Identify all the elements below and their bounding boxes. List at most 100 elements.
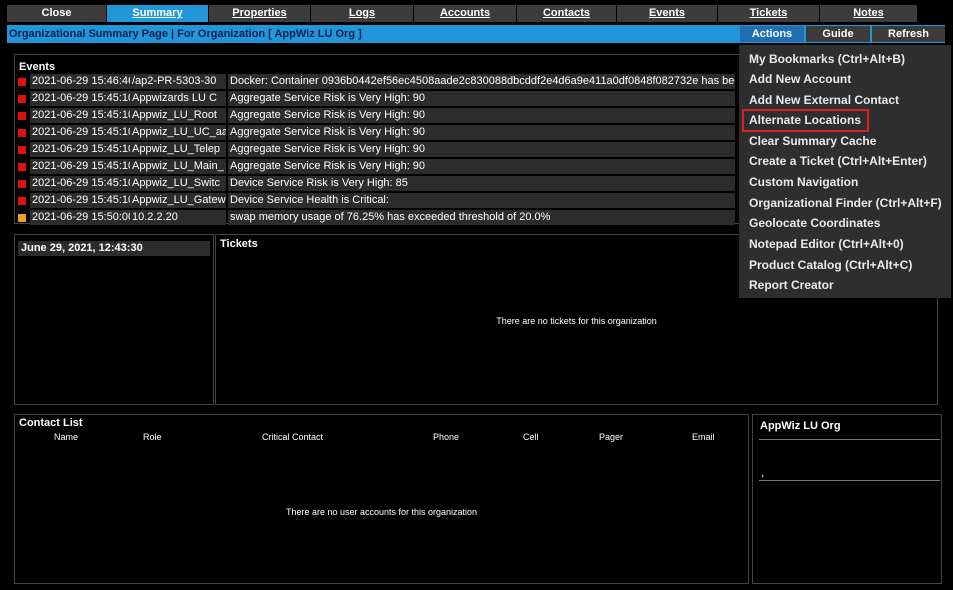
severity-icon — [18, 214, 26, 222]
event-device: Appwiz_LU_Main_ — [130, 159, 226, 174]
event-time: 2021-06-29 15:45:10 — [30, 176, 140, 191]
tab-notes-label: Notes — [853, 7, 884, 19]
tab-summary[interactable]: Summary — [107, 5, 209, 22]
event-device: Appwiz_LU_Switc — [130, 176, 226, 191]
menu-item-report-creator[interactable]: Report Creator — [749, 277, 834, 293]
column-header-role[interactable]: Role — [143, 432, 162, 442]
tab-events[interactable]: Events — [617, 5, 718, 22]
actions-button[interactable]: Actions — [740, 26, 804, 42]
menu-item-custom-navigation[interactable]: Custom Navigation — [749, 174, 858, 190]
organization-panel: AppWiz LU Org , — [752, 414, 942, 584]
event-row[interactable]: 2021-06-29 15:45:10 Appwiz_LU_Root Aggre… — [17, 108, 735, 123]
event-message: Aggregate Service Risk is Very High: 90 — [228, 108, 735, 123]
highlight-box — [742, 109, 869, 132]
severity-icon — [18, 197, 26, 205]
event-device: /ap2-PR-5303-30 — [130, 74, 226, 89]
column-header-pager[interactable]: Pager — [599, 432, 623, 442]
tab-logs-label: Logs — [348, 7, 376, 19]
severity-icon — [18, 78, 26, 86]
divider — [759, 439, 940, 440]
event-message: Device Service Health is Critical: — [228, 193, 735, 208]
event-device: Appwiz_LU_Gatew — [130, 193, 226, 208]
event-time: 2021-06-29 15:45:10 — [30, 142, 140, 157]
tab-contacts-label: Contacts — [542, 7, 591, 19]
refresh-button[interactable]: Refresh — [872, 26, 945, 42]
column-header-cell[interactable]: Cell — [523, 432, 539, 442]
event-time: 2021-06-29 15:46:46 — [30, 74, 140, 89]
event-message: Aggregate Service Risk is Very High: 90 — [228, 91, 735, 106]
top-nav: Close Summary Properties Logs Accounts C… — [7, 5, 945, 22]
severity-icon — [18, 129, 26, 137]
tickets-empty-message: There are no tickets for this organizati… — [496, 316, 657, 326]
event-message: Aggregate Service Risk is Very High: 90 — [228, 159, 735, 174]
column-header-name[interactable]: Name — [54, 432, 78, 442]
event-row[interactable]: 2021-06-29 15:46:46 /ap2-PR-5303-30 Dock… — [17, 74, 735, 89]
event-device: Appwiz_LU_UC_aa — [130, 125, 226, 140]
tab-notes[interactable]: Notes — [820, 5, 918, 22]
column-header-email[interactable]: Email — [692, 432, 715, 442]
menu-item-add-new-external-contact[interactable]: Add New External Contact — [749, 92, 899, 108]
event-time: 2021-06-29 15:45:10 — [30, 159, 140, 174]
event-row[interactable]: 2021-06-29 15:45:10 Appwiz_LU_Telep Aggr… — [17, 142, 735, 157]
menu-item-create-a-ticket[interactable]: Create a Ticket (Ctrl+Alt+Enter) — [749, 153, 927, 169]
page-header: Organizational Summary Page | For Organi… — [7, 25, 945, 43]
severity-icon — [18, 146, 26, 154]
contact-list-panel: Contact List Name Role Critical Contact … — [14, 414, 749, 584]
actions-menu: My Bookmarks (Ctrl+Alt+B) Add New Accoun… — [739, 45, 951, 298]
event-row[interactable]: 2021-06-29 15:50:00 10.2.2.20 swap memor… — [17, 210, 735, 225]
event-time: 2021-06-29 15:45:10 — [30, 125, 140, 140]
event-row[interactable]: 2021-06-29 15:45:10 Appwizards LU C Aggr… — [17, 91, 735, 106]
event-message: swap memory usage of 76.25% has exceeded… — [228, 210, 735, 225]
event-row[interactable]: 2021-06-29 15:45:10 Appwiz_LU_Gatew Devi… — [17, 193, 735, 208]
organization-name: AppWiz LU Org — [760, 420, 841, 432]
menu-item-geolocate-coordinates[interactable]: Geolocate Coordinates — [749, 215, 880, 231]
event-time: 2021-06-29 15:45:10 — [30, 91, 140, 106]
tab-contacts[interactable]: Contacts — [517, 5, 617, 22]
event-time: 2021-06-29 15:45:10 — [30, 193, 140, 208]
tab-properties[interactable]: Properties — [209, 5, 311, 22]
contact-list-title: Contact List — [19, 417, 83, 429]
event-message: Docker: Container 0936b0442ef56ec4508aad… — [228, 74, 735, 89]
event-device: Appwiz_LU_Root — [130, 108, 226, 123]
event-message: Aggregate Service Risk is Very High: 90 — [228, 142, 735, 157]
tab-summary-label: Summary — [132, 7, 183, 19]
severity-icon — [18, 180, 26, 188]
tab-logs[interactable]: Logs — [311, 5, 414, 22]
contacts-empty-message: There are no user accounts for this orga… — [285, 507, 478, 517]
organization-address: , — [761, 467, 765, 479]
tab-events-label: Events — [648, 7, 686, 19]
event-time: 2021-06-29 15:45:10 — [30, 108, 140, 123]
menu-item-notepad-editor[interactable]: Notepad Editor (Ctrl+Alt+0) — [749, 236, 904, 252]
column-header-phone[interactable]: Phone — [433, 432, 459, 442]
current-datetime: June 29, 2021, 12:43:30 — [18, 241, 210, 256]
event-device: Appwiz_LU_Telep — [130, 142, 226, 157]
event-message: Device Service Risk is Very High: 85 — [228, 176, 735, 191]
severity-icon — [18, 163, 26, 171]
clock-panel: June 29, 2021, 12:43:30 — [14, 234, 214, 405]
event-message: Aggregate Service Risk is Very High: 90 — [228, 125, 735, 140]
event-row[interactable]: 2021-06-29 15:45:10 Appwiz_LU_Main_ Aggr… — [17, 159, 735, 174]
event-device: Appwizards LU C — [130, 91, 226, 106]
event-row[interactable]: 2021-06-29 15:45:10 Appwiz_LU_UC_aa Aggr… — [17, 125, 735, 140]
tab-close-label: Close — [41, 7, 72, 19]
tab-close[interactable]: Close — [7, 5, 107, 22]
menu-item-my-bookmarks[interactable]: My Bookmarks (Ctrl+Alt+B) — [749, 51, 905, 67]
page-title: Organizational Summary Page | For Organi… — [9, 28, 362, 40]
severity-icon — [18, 95, 26, 103]
menu-item-organizational-finder[interactable]: Organizational Finder (Ctrl+Alt+F) — [749, 195, 942, 211]
column-header-critical-contact[interactable]: Critical Contact — [262, 432, 323, 442]
tab-tickets[interactable]: Tickets — [718, 5, 820, 22]
divider — [759, 480, 940, 481]
tab-accounts[interactable]: Accounts — [414, 5, 517, 22]
event-row[interactable]: 2021-06-29 15:45:10 Appwiz_LU_Switc Devi… — [17, 176, 735, 191]
menu-item-product-catalog[interactable]: Product Catalog (Ctrl+Alt+C) — [749, 257, 912, 273]
tab-properties-label: Properties — [232, 7, 287, 19]
severity-icon — [18, 112, 26, 120]
menu-item-clear-summary-cache[interactable]: Clear Summary Cache — [749, 133, 876, 149]
events-title: Events — [19, 61, 56, 73]
event-device: 10.2.2.20 — [130, 210, 226, 225]
tab-tickets-label: Tickets — [749, 7, 788, 19]
menu-item-add-new-account[interactable]: Add New Account — [749, 71, 851, 87]
tab-accounts-label: Accounts — [439, 7, 491, 19]
guide-button[interactable]: Guide — [806, 26, 870, 42]
